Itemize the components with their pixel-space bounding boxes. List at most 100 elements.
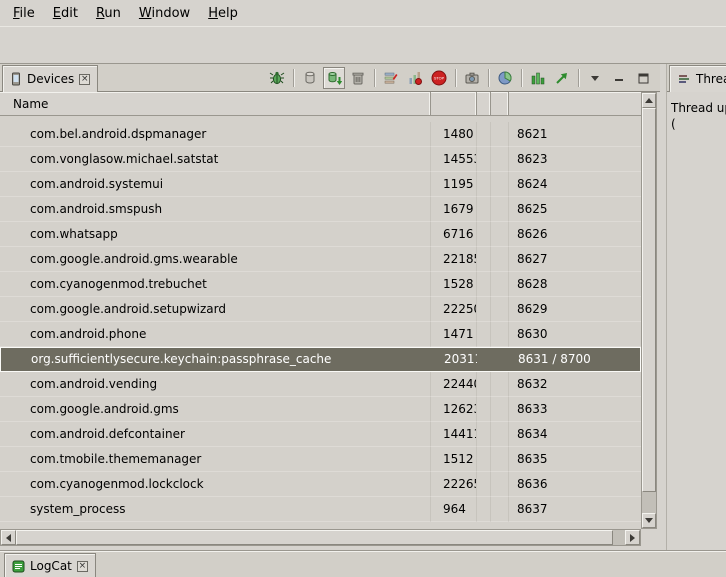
cause-gc-button[interactable] — [347, 67, 369, 89]
process-name: com.cyanogenmod.lockclock — [0, 472, 431, 497]
table-row[interactable]: com.google.android.setupwizard 22250 862… — [0, 297, 641, 322]
vertical-scroll-track[interactable] — [642, 492, 656, 513]
table-row[interactable]: com.google.android.gms 12623 8633 — [0, 397, 641, 422]
table-row[interactable]: com.whatsapp 6716 8626 — [0, 222, 641, 247]
table-row[interactable]: com.cyanogenmod.lockclock 22265 8636 — [0, 472, 641, 497]
stop-process-button[interactable]: STOP — [428, 67, 450, 89]
horizontal-scroll-track[interactable] — [613, 530, 625, 545]
tab-threads-label: Threads — [696, 72, 726, 86]
process-port: 8627 — [509, 247, 641, 272]
minimize-icon — [614, 73, 624, 83]
maximize-button[interactable] — [632, 67, 654, 89]
process-port: 8633 — [509, 397, 641, 422]
process-pid: 22440 — [431, 372, 477, 397]
column-header-extra2[interactable] — [491, 92, 509, 115]
column-header-name[interactable]: Name — [0, 92, 431, 115]
table-row[interactable]: com.vonglasow.michael.satstat 14553 8623 — [0, 147, 641, 172]
process-cell-empty1 — [477, 422, 491, 447]
scroll-left-button[interactable] — [1, 530, 16, 545]
arrow-right-icon — [630, 534, 635, 542]
process-cell-empty1 — [477, 147, 491, 172]
minimize-button[interactable] — [608, 67, 630, 89]
toolbar-separator — [521, 69, 522, 87]
view-menu-icon — [590, 74, 600, 82]
table-row[interactable]: com.cyanogenmod.trebuchet 1528 8628 — [0, 272, 641, 297]
close-icon[interactable]: × — [77, 561, 88, 572]
process-name: com.google.android.gms — [0, 397, 431, 422]
vertical-scrollbar[interactable] — [641, 92, 657, 529]
process-cell-empty2 — [491, 322, 509, 347]
table-row[interactable]: com.tmobile.thememanager 1512 8635 — [0, 447, 641, 472]
column-header-port[interactable] — [509, 92, 641, 115]
column-header-extra1[interactable] — [477, 92, 491, 115]
table-row[interactable]: system_process 964 8637 — [0, 497, 641, 522]
process-name: com.google.android.gms.wearable — [0, 247, 431, 272]
tab-threads[interactable]: Threads × — [669, 65, 726, 92]
screen-capture-button[interactable] — [461, 67, 483, 89]
update-threads-button[interactable] — [380, 67, 402, 89]
process-cell-empty2 — [491, 472, 509, 497]
update-heap-button[interactable] — [299, 67, 321, 89]
horizontal-scroll-thumb[interactable] — [16, 530, 613, 545]
view-menu-button[interactable] — [584, 67, 606, 89]
tab-devices-label: Devices — [27, 72, 74, 86]
process-cell-empty1 — [477, 297, 491, 322]
start-profiling-icon — [554, 70, 570, 86]
process-cell-empty2 — [491, 447, 509, 472]
process-cell-empty2 — [491, 222, 509, 247]
table-row[interactable]: com.bel.android.dspmanager 1480 8621 — [0, 122, 641, 147]
process-table-body: com.bel.android.dspmanager 1480 8621 com… — [0, 116, 641, 529]
process-port: 8636 — [509, 472, 641, 497]
tab-devices[interactable]: Devices × — [2, 65, 98, 92]
threads-icon — [677, 72, 691, 86]
devices-toolbar: STOP — [266, 67, 654, 89]
device-icon — [10, 72, 22, 86]
column-header-pid[interactable] — [431, 92, 477, 115]
menu-file[interactable]: File — [4, 2, 44, 25]
toolbar-separator — [578, 69, 579, 87]
start-profiling-button[interactable] — [551, 67, 573, 89]
capture-system-info-button[interactable] — [494, 67, 516, 89]
debug-button[interactable] — [266, 67, 288, 89]
process-cell-empty1 — [477, 222, 491, 247]
threads-message-line1: Thread up — [671, 100, 726, 116]
method-profiling-button[interactable] — [404, 67, 426, 89]
process-cell-empty1 — [477, 172, 491, 197]
table-row[interactable]: com.android.vending 22440 8632 — [0, 372, 641, 397]
menu-window[interactable]: Window — [130, 2, 199, 25]
threads-columns-button[interactable] — [527, 67, 549, 89]
process-cell-empty2 — [492, 348, 510, 371]
scroll-up-button[interactable] — [642, 93, 656, 108]
table-row[interactable]: com.android.smspush 1679 8625 — [0, 197, 641, 222]
process-pid: 22250 — [431, 297, 477, 322]
process-cell-empty2 — [491, 372, 509, 397]
scroll-right-button[interactable] — [625, 530, 640, 545]
process-cell-empty1 — [477, 247, 491, 272]
scroll-down-button[interactable] — [642, 513, 656, 528]
horizontal-scrollbar[interactable] — [0, 529, 641, 546]
tab-logcat[interactable]: LogCat × — [4, 553, 96, 577]
process-port: 8637 — [509, 497, 641, 522]
menu-edit[interactable]: Edit — [44, 2, 87, 25]
menu-run[interactable]: Run — [87, 2, 130, 25]
process-name: org.sufficientlysecure.keychain:passphra… — [1, 348, 432, 371]
process-name: com.android.phone — [0, 322, 431, 347]
threads-message: Thread up ( — [667, 92, 726, 132]
table-row[interactable]: com.android.phone 1471 8630 — [0, 322, 641, 347]
process-name: com.android.defcontainer — [0, 422, 431, 447]
update-heap-icon — [302, 70, 318, 86]
close-icon[interactable]: × — [79, 74, 90, 85]
table-row[interactable]: com.android.defcontainer 14411 8634 — [0, 422, 641, 447]
table-row[interactable]: org.sufficientlysecure.keychain:passphra… — [0, 347, 641, 372]
process-name: com.whatsapp — [0, 222, 431, 247]
vertical-scroll-thumb[interactable] — [642, 108, 656, 492]
dump-hprof-button[interactable] — [323, 67, 345, 89]
main-toolbar — [0, 26, 726, 64]
menu-help[interactable]: Help — [199, 2, 247, 25]
process-port: 8624 — [509, 172, 641, 197]
process-cell-empty1 — [478, 348, 492, 371]
table-row[interactable]: com.google.android.gms.wearable 22185 86… — [0, 247, 641, 272]
process-name: system_process — [0, 497, 431, 522]
devices-view: Devices × — [0, 64, 660, 550]
table-row[interactable]: com.android.systemui 1195 8624 — [0, 172, 641, 197]
